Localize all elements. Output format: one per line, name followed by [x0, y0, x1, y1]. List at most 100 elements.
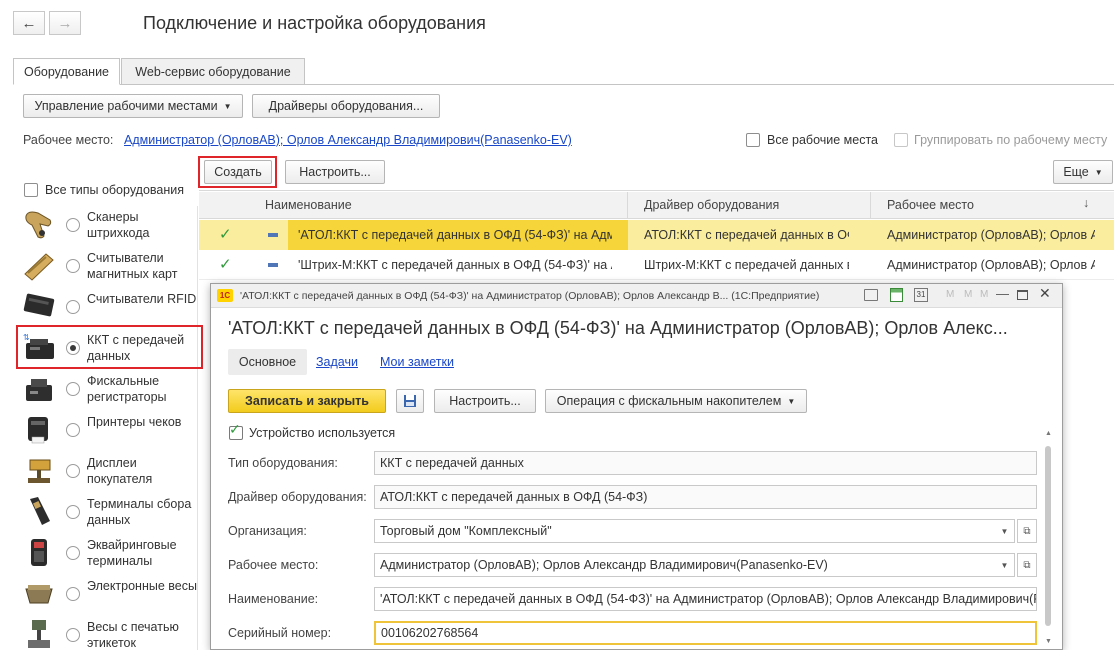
- group-by-workplace-label: Группировать по рабочему месту: [914, 133, 1108, 147]
- configure-list-button[interactable]: Настроить...: [285, 160, 385, 184]
- chevron-down-icon: ▼: [223, 101, 232, 111]
- app-logo-icon: 1С: [217, 289, 233, 302]
- receipt-printer-icon: [28, 417, 48, 444]
- close-icon[interactable]: ✕: [1039, 285, 1051, 302]
- driver-field[interactable]: АТОЛ:ККТ с передачей данных в ОФД (54-ФЗ…: [374, 485, 1037, 509]
- driver-label: Драйвер оборудования:: [228, 490, 367, 504]
- all-types-label: Все типы оборудования: [45, 183, 185, 197]
- name-field[interactable]: 'АТОЛ:ККТ с передачей данных в ОФД (54-Ф…: [374, 587, 1037, 611]
- calendar-icon[interactable]: 31: [914, 288, 928, 302]
- customer-display-icon: [28, 459, 51, 483]
- row-driver: АТОЛ:ККТ с передачей данных в ОФД (54-ФЗ…: [644, 228, 849, 242]
- type-field[interactable]: ККТ с передачей данных: [374, 451, 1037, 475]
- item-marker-icon: [268, 263, 278, 267]
- type-label: Тип оборудования:: [228, 456, 338, 470]
- row-driver: Штрих-М:ККТ с передачей данных в ОФД (54…: [644, 258, 849, 272]
- dialog-configure-button[interactable]: Настроить...: [434, 389, 536, 413]
- tab-web-service[interactable]: Web-сервис оборудование: [121, 58, 305, 85]
- data-terminal-icon: [30, 497, 50, 525]
- open-window-icon: ⧉: [1023, 525, 1031, 537]
- dialog-tab-main[interactable]: Основное: [228, 349, 307, 375]
- column-name[interactable]: Наименование: [265, 198, 352, 212]
- rfid-readers-radio[interactable]: [66, 300, 80, 314]
- electronic-scales-icon: [25, 585, 53, 604]
- sort-arrow-icon[interactable]: ↓: [1083, 196, 1089, 210]
- print-icon[interactable]: [864, 289, 878, 301]
- scroll-up-icon[interactable]: ▲: [1045, 430, 1052, 437]
- serial-label: Серийный номер:: [228, 626, 332, 640]
- page-title: Подключение и настройка оборудования: [143, 13, 486, 33]
- all-workplaces-checkbox[interactable]: [746, 133, 760, 147]
- workplace-link[interactable]: Администратор (ОрловАВ); Орлов Александр…: [124, 133, 572, 147]
- all-workplaces-label: Все рабочие места: [767, 133, 879, 147]
- tab-equipment[interactable]: Оборудование: [13, 58, 120, 85]
- scales-radio[interactable]: [66, 587, 80, 601]
- dialog-window-title: 'АТОЛ:ККТ с передачей данных в ОФД (54-Ф…: [240, 290, 820, 302]
- organization-label: Организация:: [228, 524, 307, 538]
- save-and-close-button[interactable]: Записать и закрыть: [228, 389, 386, 413]
- device-used-label: Устройство используется: [249, 426, 396, 440]
- memory-minus-icon[interactable]: M: [980, 289, 988, 300]
- open-window-icon: ⧉: [1023, 559, 1031, 571]
- check-icon: ✓: [219, 256, 232, 273]
- barcode-scanner-icon: [25, 211, 52, 239]
- all-types-checkbox[interactable]: [24, 183, 38, 197]
- customer-displays-radio[interactable]: [66, 464, 80, 478]
- column-divider: [870, 192, 871, 219]
- more-button[interactable]: Еще ▼: [1053, 160, 1113, 184]
- dialog-tab-notes[interactable]: Мои заметки: [380, 355, 454, 369]
- chevron-down-icon: ▼: [1000, 560, 1009, 570]
- chevron-down-icon: ▼: [1094, 167, 1103, 177]
- workplace-field-label: Рабочее место:: [228, 558, 319, 572]
- dialog-tab-tasks[interactable]: Задачи: [316, 355, 358, 369]
- row-workplace: Администратор (ОрловАВ); Орлов Александр…: [887, 228, 1095, 242]
- acquiring-radio[interactable]: [66, 546, 80, 560]
- column-divider: [627, 192, 628, 219]
- manage-workplaces-button[interactable]: Управление рабочими местами ▼: [23, 94, 243, 118]
- row-name: 'АТОЛ:ККТ с передачей данных в ОФД (54-Ф…: [298, 228, 612, 242]
- workplace-dropdown[interactable]: ▼: [995, 553, 1015, 577]
- chevron-down-icon: ▼: [1000, 526, 1009, 536]
- row-workplace: Администратор (ОрловАВ); Орлов Александр…: [887, 258, 1095, 272]
- fiscal-operation-button[interactable]: Операция с фискальным накопителем ▼: [545, 389, 807, 413]
- label-scales-radio[interactable]: [66, 628, 80, 642]
- item-marker-icon: [268, 233, 278, 237]
- chevron-down-icon: ▼: [787, 396, 796, 406]
- workplace-field[interactable]: Администратор (ОрловАВ); Орлов Александр…: [374, 553, 996, 577]
- tab-divider: [13, 84, 1114, 85]
- dialog-heading: 'АТОЛ:ККТ с передачей данных в ОФД (54-Ф…: [228, 318, 1008, 338]
- serial-field[interactable]: 00106202768564: [374, 621, 1037, 645]
- minimize-icon[interactable]: —: [996, 286, 1009, 301]
- back-button[interactable]: ←: [13, 11, 45, 35]
- organization-dropdown[interactable]: ▼: [995, 519, 1015, 543]
- scrollbar-thumb[interactable]: [1045, 446, 1051, 626]
- data-terminals-radio[interactable]: [66, 505, 80, 519]
- receipt-printers-radio[interactable]: [66, 423, 80, 437]
- memory-plus-icon[interactable]: M: [964, 289, 972, 300]
- fiscal-registrar-icon: [26, 379, 52, 401]
- fiscal-registrars-radio[interactable]: [66, 382, 80, 396]
- column-workplace[interactable]: Рабочее место: [887, 198, 974, 212]
- organization-field[interactable]: Торговый дом "Комплексный": [374, 519, 996, 543]
- maximize-icon[interactable]: [1017, 290, 1028, 300]
- check-icon: ✓: [219, 226, 232, 243]
- drivers-button[interactable]: Драйверы оборудования...: [252, 94, 440, 118]
- magnetic-readers-radio[interactable]: [66, 259, 80, 273]
- column-driver[interactable]: Драйвер оборудования: [644, 198, 779, 212]
- spreadsheet-icon[interactable]: [890, 288, 903, 302]
- barcode-scanners-radio[interactable]: [66, 218, 80, 232]
- memory-icon[interactable]: M: [946, 289, 954, 300]
- save-button[interactable]: [396, 389, 424, 413]
- arrow-right-icon: →: [57, 14, 73, 32]
- create-highlight-box: [198, 156, 277, 188]
- workplace-open-button[interactable]: ⧉: [1017, 553, 1037, 577]
- checkmark-icon: ✓: [229, 421, 241, 437]
- group-by-workplace-checkbox[interactable]: [894, 133, 908, 147]
- name-label: Наименование:: [228, 592, 319, 606]
- arrow-left-icon: ←: [21, 14, 37, 32]
- forward-button[interactable]: →: [49, 11, 81, 35]
- kkt-highlight-box: [16, 325, 203, 369]
- organization-open-button[interactable]: ⧉: [1017, 519, 1037, 543]
- scroll-down-icon[interactable]: ▼: [1045, 638, 1052, 645]
- floppy-disk-icon: [404, 395, 416, 407]
